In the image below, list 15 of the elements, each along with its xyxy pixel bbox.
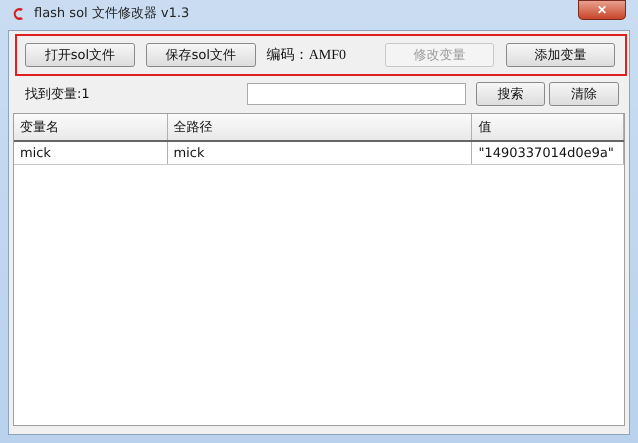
encoding-label: 编码：AMF0 — [266, 46, 348, 64]
table-cell: mick — [14, 142, 168, 164]
column-header[interactable]: 全路径 — [168, 114, 472, 140]
toolbar-button[interactable]: 保存sol文件 — [146, 43, 256, 67]
column-header[interactable]: 变量名 — [14, 114, 168, 140]
window-title: flash sol 文件修改器 v1.3 — [34, 6, 190, 22]
search-button[interactable]: 搜索 — [476, 82, 546, 106]
toolbar-button[interactable]: 打开sol文件 — [25, 43, 135, 67]
search-field[interactable] — [247, 83, 466, 105]
table-cell: mick — [168, 142, 472, 164]
column-header[interactable]: 值 — [472, 114, 624, 140]
found-count: 找到变量:1 — [25, 86, 91, 103]
clear-button[interactable]: 清除 — [549, 82, 619, 106]
action-button[interactable]: 添加变量 — [506, 43, 615, 67]
table-cell: "1490337014d0e9a" — [472, 142, 624, 164]
